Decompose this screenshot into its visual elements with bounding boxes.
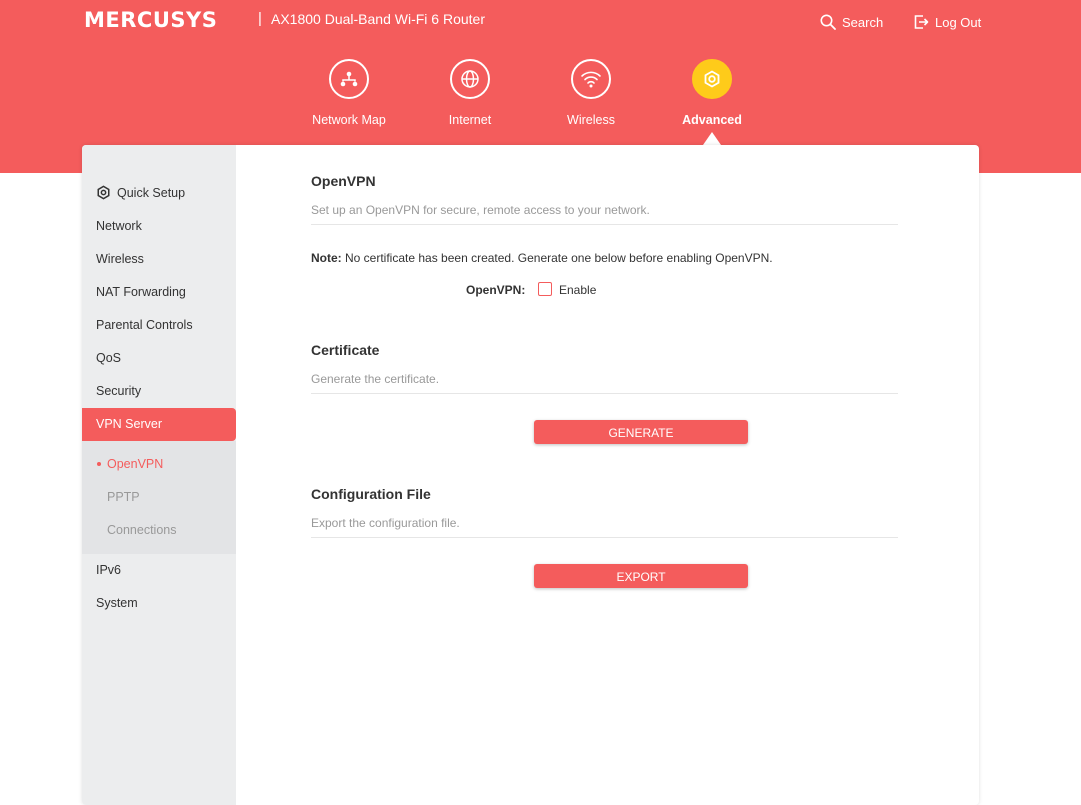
divider	[311, 224, 898, 225]
divider	[311, 393, 898, 394]
sidebar-item-security[interactable]: Security	[96, 384, 141, 398]
sidebar-item-qos[interactable]: QoS	[96, 351, 121, 365]
brand-logo: MERCUSYS	[84, 8, 218, 32]
sidebar-item-vpn-server[interactable]: VPN Server	[82, 408, 236, 441]
nav-label: Internet	[448, 113, 492, 127]
sidebar-item-quick-setup[interactable]: Quick Setup	[96, 185, 185, 200]
enable-label[interactable]: Enable	[559, 283, 596, 297]
export-button[interactable]: EXPORT	[534, 564, 748, 588]
sidebar-item-label: VPN Server	[96, 417, 162, 431]
wifi-icon	[571, 59, 611, 99]
main-card: Quick Setup Network Wireless NAT Forward…	[82, 145, 979, 805]
nav-advanced[interactable]: Advanced	[652, 59, 772, 127]
config-file-title: Configuration File	[311, 486, 431, 502]
sidebar-item-parental-controls[interactable]: Parental Controls	[96, 318, 193, 332]
gear-icon	[692, 59, 732, 99]
search-label: Search	[842, 14, 884, 30]
sidebar-item-label: Quick Setup	[117, 185, 186, 200]
sidebar: Quick Setup Network Wireless NAT Forward…	[82, 145, 236, 805]
product-name: AX1800 Dual-Band Wi-Fi 6 Router	[271, 11, 485, 27]
nav-label: Wireless	[567, 113, 615, 127]
nav-label: Advanced	[682, 113, 742, 127]
openvpn-field-label: OpenVPN:	[466, 283, 526, 297]
generate-button[interactable]: GENERATE	[534, 420, 748, 444]
openvpn-title: OpenVPN	[311, 173, 376, 189]
openvpn-description: Set up an OpenVPN for secure, remote acc…	[311, 203, 650, 217]
config-file-description: Export the configuration file.	[311, 516, 460, 530]
nav-label: Network Map	[312, 113, 386, 127]
sidebar-item-system[interactable]: System	[96, 596, 138, 610]
sidebar-submenu: OpenVPN PPTP Connections	[82, 441, 236, 554]
nav-wireless[interactable]: Wireless	[531, 59, 651, 127]
note-label: Note:	[311, 251, 342, 265]
sidebar-subitem-pptp[interactable]: PPTP	[107, 490, 140, 504]
sidebar-item-ipv6[interactable]: IPv6	[96, 563, 121, 577]
enable-openvpn-checkbox[interactable]	[538, 282, 552, 296]
logout-button[interactable]: Log Out	[913, 14, 981, 30]
certificate-title: Certificate	[311, 342, 380, 358]
active-dot	[97, 462, 101, 466]
globe-icon	[450, 59, 490, 99]
nav-internet[interactable]: Internet	[410, 59, 530, 127]
logout-label: Log Out	[935, 14, 982, 30]
sidebar-subitem-connections[interactable]: Connections	[107, 523, 177, 537]
header-separator: |	[258, 10, 262, 27]
note-message: No certificate has been created. Generat…	[341, 251, 773, 265]
logout-icon	[914, 15, 929, 29]
note-text: Note: No certificate has been created. G…	[311, 251, 773, 265]
active-nav-pointer	[703, 132, 721, 145]
sidebar-subitem-openvpn[interactable]: OpenVPN	[107, 457, 163, 471]
network-map-icon	[329, 59, 369, 99]
gear-icon	[97, 185, 110, 200]
sidebar-item-nat-forwarding[interactable]: NAT Forwarding	[96, 285, 186, 299]
certificate-description: Generate the certificate.	[311, 372, 440, 386]
sidebar-item-network[interactable]: Network	[96, 219, 142, 233]
divider	[311, 537, 898, 538]
sidebar-item-wireless[interactable]: Wireless	[96, 252, 144, 266]
search-button[interactable]: Search	[820, 14, 883, 30]
search-icon	[820, 14, 836, 30]
nav-network-map[interactable]: Network Map	[289, 59, 409, 127]
